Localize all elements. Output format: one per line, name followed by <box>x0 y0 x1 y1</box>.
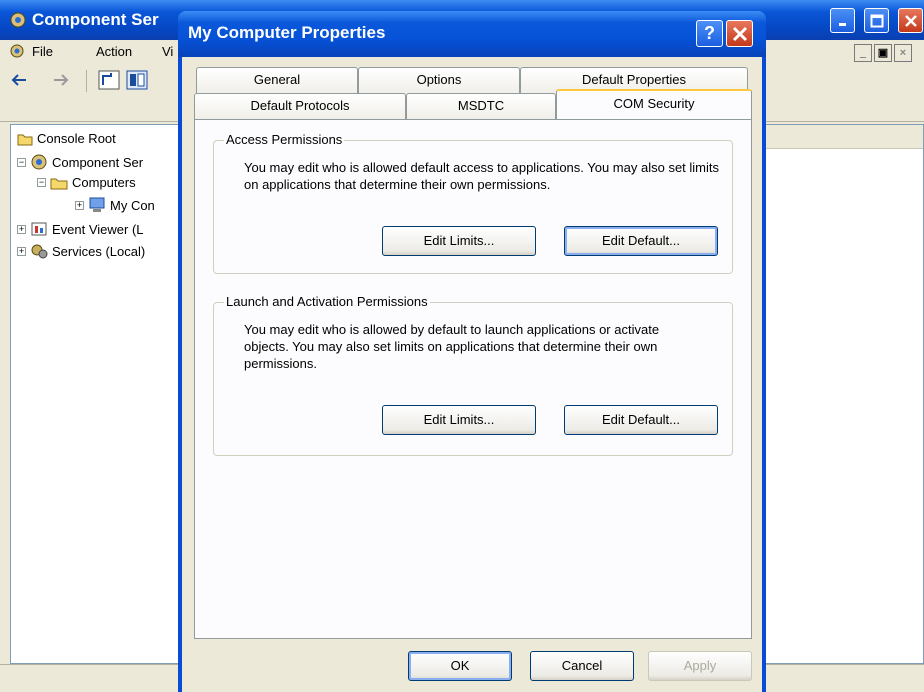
back-arrow-icon[interactable] <box>10 73 28 87</box>
help-button[interactable]: ? <box>696 20 723 47</box>
apply-button[interactable]: Apply <box>648 651 752 681</box>
expand-icon[interactable]: + <box>17 224 26 234</box>
tree-item-my-computer[interactable]: + My Con <box>75 197 155 213</box>
ok-button[interactable]: OK <box>408 651 512 681</box>
component-services-icon <box>10 12 26 28</box>
results-column-header <box>761 125 923 149</box>
forward-arrow-icon[interactable] <box>52 73 70 87</box>
show-hide-tree-icon[interactable] <box>126 70 148 90</box>
tab-default-protocols[interactable]: Default Protocols <box>194 93 406 119</box>
launch-permissions-legend: Launch and Activation Permissions <box>224 294 430 309</box>
launch-permissions-group: Launch and Activation Permissions You ma… <box>213 294 733 456</box>
tree-item-event-viewer[interactable]: + Event Viewer (L <box>17 221 144 237</box>
maximize-icon <box>870 14 883 27</box>
component-services-icon <box>31 154 47 170</box>
collapse-icon[interactable]: − <box>37 178 46 187</box>
cancel-button[interactable]: Cancel <box>530 651 634 681</box>
menu-view[interactable]: Vi <box>162 44 173 59</box>
tree-item-component-services[interactable]: − Component Ser <box>17 153 143 171</box>
close-icon <box>904 14 917 27</box>
collapse-icon[interactable]: − <box>17 157 26 167</box>
expand-icon[interactable]: + <box>75 200 84 210</box>
mmc-close-button[interactable] <box>898 8 923 33</box>
tree-item-services[interactable]: + Services (Local) <box>17 243 145 259</box>
tab-com-security[interactable]: COM Security <box>556 89 752 119</box>
services-gear-icon <box>31 244 48 259</box>
results-pane[interactable] <box>760 124 924 664</box>
access-edit-limits-button[interactable]: Edit Limits... <box>382 226 536 256</box>
expand-icon[interactable]: + <box>17 246 26 256</box>
tree-item-computers[interactable]: − Computers <box>37 175 136 190</box>
com-security-panel: Access Permissions You may edit who is a… <box>194 119 752 639</box>
tab-msdtc[interactable]: MSDTC <box>406 93 556 119</box>
tab-general[interactable]: General <box>196 67 358 93</box>
maximize-button[interactable] <box>864 8 889 33</box>
folder-icon <box>17 134 33 145</box>
mmc-title: Component Ser <box>32 10 159 29</box>
dialog-titlebar: My Computer Properties ? <box>178 11 766 57</box>
launch-edit-limits-button[interactable]: Edit Limits... <box>382 405 536 435</box>
access-permissions-group: Access Permissions You may edit who is a… <box>213 132 733 274</box>
document-icon <box>10 44 24 58</box>
event-viewer-icon <box>31 222 47 236</box>
dialog-title: My Computer Properties <box>188 23 386 42</box>
tab-options[interactable]: Options <box>358 67 520 93</box>
close-icon <box>732 26 747 41</box>
minimize-button[interactable] <box>830 8 855 33</box>
menu-action[interactable]: Action <box>96 44 132 59</box>
computer-icon <box>89 197 105 212</box>
mdi-minimize-button[interactable]: _ <box>854 44 872 62</box>
access-permissions-legend: Access Permissions <box>224 132 345 147</box>
minimize-icon <box>838 22 846 26</box>
up-folder-icon[interactable] <box>98 70 120 90</box>
access-edit-default-button[interactable]: Edit Default... <box>564 226 718 256</box>
help-icon: ? <box>704 23 715 43</box>
dialog-body: General Options Default Properties Defau… <box>182 57 762 692</box>
menu-file[interactable]: File <box>32 44 53 59</box>
properties-dialog: My Computer Properties ? General Options… <box>178 11 766 692</box>
launch-permissions-description: You may edit who is allowed by default t… <box>244 322 660 371</box>
dialog-close-button[interactable] <box>726 20 753 47</box>
console-tree[interactable]: Console Root − Component Ser − Computers… <box>10 124 200 664</box>
tree-item-console-root[interactable]: Console Root <box>17 131 116 146</box>
toolbar-separator <box>86 70 87 92</box>
access-permissions-description: You may edit who is allowed default acce… <box>244 160 720 192</box>
launch-edit-default-button[interactable]: Edit Default... <box>564 405 718 435</box>
mdi-close-button[interactable]: × <box>894 44 912 62</box>
mdi-restore-button[interactable]: ▣ <box>874 44 892 62</box>
folder-icon <box>50 178 68 189</box>
